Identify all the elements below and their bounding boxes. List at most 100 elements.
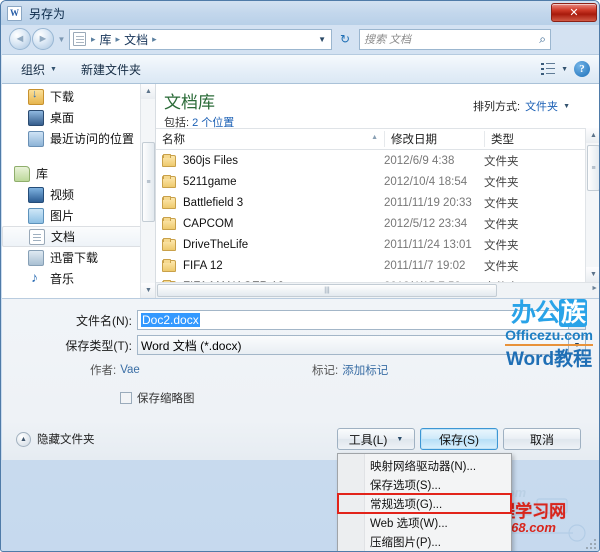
row-name: 5211game [183,175,237,188]
row-date: 2012/10/4 18:54 [384,175,468,188]
menu-item-compress-pictures[interactable]: 压缩图片(P)... [338,532,511,551]
search-input[interactable]: 搜索 文档 [364,31,539,47]
folder-icon [162,237,176,251]
forward-button[interactable]: ► [32,28,54,50]
sidebar-item-pictures[interactable]: 图片 [2,205,155,226]
column-header-name[interactable]: 名称 ▲ [156,131,384,147]
hide-folders-button[interactable]: ▲ 隐藏文件夹 [16,431,95,447]
table-row[interactable]: Battlefield 3 2011/11/19 20:33 文件夹 [156,192,599,213]
back-button[interactable]: ◄ [9,28,31,50]
scroll-down-icon[interactable]: ▼ [141,283,155,298]
file-list-pane: 文档库 包括: 2 个位置 排列方式: 文件夹 ▼ 名称 ▲ 修改日期 类型 3… [156,84,599,298]
table-row[interactable]: FIFA 12 2011/11/7 19:02 文件夹 [156,255,599,276]
filename-label: 文件名(N): [76,313,132,328]
folder-icon [162,174,176,188]
tools-button[interactable]: 工具(L) ▼ [337,428,415,450]
download-icon [28,88,44,105]
file-list-vertical-scrollbar[interactable]: ▲ ≡ ▼ [585,128,599,282]
sidebar-scroll-thumb[interactable]: ≡ [142,142,155,222]
row-name-cell: CAPCOM [156,216,384,230]
row-type: 文件夹 [484,260,519,273]
filetype-dropdown-caret-icon[interactable]: ▼ [569,335,586,355]
menu-item-map-network-drive[interactable]: 映射网络驱动器(N)... [338,456,511,475]
address-dropdown-caret-icon[interactable]: ▼ [318,35,328,44]
change-view-icon[interactable] [541,63,556,75]
menu-item-web-options[interactable]: Web 选项(W)... [338,513,511,532]
file-scroll-thumb[interactable]: ≡ [587,145,599,191]
scroll-up-icon[interactable]: ▲ [586,128,599,143]
file-list-horizontal-scrollbar[interactable]: ||| ► [156,282,599,298]
sidebar-item-label: 视频 [50,188,75,202]
folder-icon [162,153,176,167]
tags-value[interactable]: 添加标记 [342,362,388,378]
sidebar-item-documents[interactable]: 文档 [2,226,147,247]
chevron-down-icon[interactable]: ▼ [563,103,570,110]
filetype-label: 保存类型(T): [65,338,132,353]
scroll-up-icon[interactable]: ▲ [141,84,155,99]
column-header-type[interactable]: 类型 [484,131,579,147]
table-row[interactable]: 5211game 2012/10/4 18:54 文件夹 [156,171,599,192]
sidebar-item-music[interactable]: 音乐 [2,268,155,289]
table-row[interactable]: 360js Files 2012/6/9 4:38 文件夹 [156,150,599,171]
document-icon [29,228,45,245]
arrange-by-control[interactable]: 排列方式: 文件夹 ▼ [473,98,570,114]
breadcrumb-separator-icon: ▸ [152,33,157,44]
recent-places-icon [28,130,44,147]
row-name: Battlefield 3 [183,196,244,209]
menu-item-save-options[interactable]: 保存选项(S)... [338,475,511,494]
author-label: 作者: [90,365,117,377]
save-thumbnail-checkbox[interactable]: 保存缩略图 [120,390,195,406]
sidebar-item-thunder-download[interactable]: 迅雷下载 [2,247,155,268]
sidebar-item-videos[interactable]: 视频 [2,184,155,205]
organize-button[interactable]: 组织 ▼ [16,58,62,81]
row-date: 2011/11/7 19:02 [384,259,466,272]
refresh-icon[interactable]: ↻ [335,29,355,49]
file-rows: 360js Files 2012/6/9 4:38 文件夹 5211game 2… [156,150,599,297]
new-folder-button[interactable]: 新建文件夹 [76,58,146,81]
sidebar-item-label: 音乐 [50,272,75,286]
row-name: CAPCOM [183,217,234,230]
browser-body: 下载 桌面 最近访问的位置 库 视频 [2,84,599,298]
sidebar-item-libraries[interactable]: 库 [2,163,155,184]
scroll-right-icon[interactable]: ► [591,285,598,292]
author-value[interactable]: Vae [120,364,140,376]
menu-item-general-options[interactable]: 常规选项(G)... [337,493,512,514]
help-icon[interactable]: ? [574,61,590,77]
checkbox-box-icon[interactable] [120,392,132,404]
close-button[interactable]: ✕ [551,3,597,22]
horizontal-scroll-thumb[interactable]: ||| [157,284,497,297]
table-row[interactable]: CAPCOM 2012/5/12 23:34 文件夹 [156,213,599,234]
column-label: 修改日期 [391,134,437,146]
hide-folders-label: 隐藏文件夹 [37,434,95,446]
sidebar-item-downloads[interactable]: 下载 [2,86,155,107]
row-name-cell: 360js Files [156,153,384,167]
cancel-button[interactable]: 取消 [503,428,581,450]
recent-locations-caret-icon[interactable]: ▼ [56,29,67,49]
breadcrumb-library[interactable]: 库 [100,31,112,48]
sidebar-item-desktop[interactable]: 桌面 [2,107,155,128]
chevron-down-icon: ▼ [50,65,57,73]
row-name: DriveTheLife [183,238,249,251]
sidebar-scrollbar[interactable]: ▲ ≡ ▼ [140,84,155,298]
row-type: 文件夹 [484,197,519,210]
save-button[interactable]: 保存(S) [420,428,498,450]
address-breadcrumb-field[interactable]: ▸ 库 ▸ 文档 ▸ ▼ [69,28,332,50]
toolbar-right-group: ▼ ? [541,61,599,77]
column-label: 类型 [491,134,514,146]
filename-input[interactable]: Doc2.docx [137,310,569,330]
chevron-down-icon[interactable]: ▼ [561,66,568,73]
column-header-date[interactable]: 修改日期 [384,131,484,147]
breadcrumb-documents[interactable]: 文档 [124,31,148,48]
search-box[interactable]: 搜索 文档 ⌕ [359,28,551,50]
filetype-select[interactable]: Word 文档 (*.docx) [137,335,569,355]
filename-dropdown-caret-icon[interactable]: ▼ [569,310,586,330]
author-field[interactable]: 作者: Vae [90,362,140,378]
save-as-dialog: W 另存为 ✕ ◄ ► ▼ ▸ 库 ▸ 文档 ▸ ▼ ↻ 搜索 文档 ⌕ 组织 … [0,0,600,552]
desktop-icon [28,109,44,126]
arrange-value[interactable]: 文件夹 [525,98,558,114]
tags-field[interactable]: 标记: 添加标记 [312,362,388,378]
command-toolbar: 组织 ▼ 新建文件夹 ▼ ? [2,54,599,84]
scroll-down-icon[interactable]: ▼ [586,267,599,282]
table-row[interactable]: DriveTheLife 2011/11/24 13:01 文件夹 [156,234,599,255]
sidebar-item-recent-places[interactable]: 最近访问的位置 [2,128,155,149]
